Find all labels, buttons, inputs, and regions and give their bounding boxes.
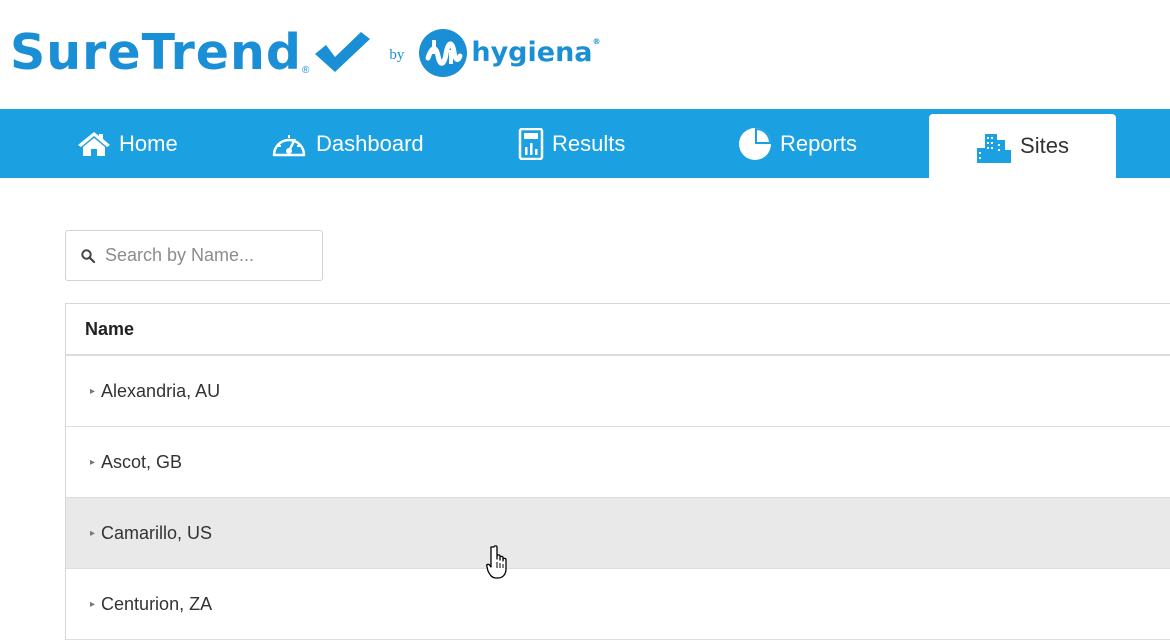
nav-sites[interactable]: Sites bbox=[929, 114, 1116, 178]
pie-chart-icon bbox=[739, 127, 771, 160]
nav-sites-label: Sites bbox=[1020, 133, 1069, 158]
home-icon bbox=[78, 131, 110, 156]
expand-caret-icon[interactable]: ▸ bbox=[90, 599, 95, 610]
site-name: Ascot, GB bbox=[101, 451, 183, 472]
brand-registered-mark: ® bbox=[301, 65, 310, 76]
brand-by-text: by bbox=[389, 47, 405, 63]
app-logo: SureTrend ® by hygiena® bbox=[10, 12, 601, 82]
nav-home-label: Home bbox=[119, 130, 178, 156]
expand-caret-icon[interactable]: ▸ bbox=[90, 528, 95, 539]
nav-dashboard[interactable]: Dashboard bbox=[270, 109, 424, 178]
nav-reports[interactable]: Reports bbox=[738, 109, 857, 178]
nav-results-label: Results bbox=[552, 130, 626, 156]
table-row[interactable]: ▸ Camarillo, US bbox=[66, 498, 1170, 569]
table-row[interactable]: ▸ Ascot, GB bbox=[66, 427, 1170, 498]
search-icon bbox=[81, 248, 95, 263]
site-name: Camarillo, US bbox=[101, 522, 213, 543]
table-row[interactable]: ▸ Centurion, ZA bbox=[66, 569, 1170, 640]
column-header-name[interactable]: Name bbox=[66, 304, 1170, 356]
gauge-icon bbox=[272, 134, 306, 156]
hand-pointer-cursor-icon bbox=[486, 545, 507, 579]
expand-caret-icon[interactable]: ▸ bbox=[90, 457, 95, 468]
main-navbar: Home Dashboard Results Reports Sites bbox=[0, 109, 1170, 178]
site-name: Alexandria, AU bbox=[101, 380, 221, 401]
calculator-icon bbox=[518, 127, 544, 160]
nav-reports-label: Reports bbox=[780, 130, 858, 156]
table-row[interactable]: ▸ Alexandria, AU bbox=[66, 356, 1170, 427]
sites-table: Name ▸ Alexandria, AU ▸ Ascot, GB ▸ Cama… bbox=[65, 303, 1170, 640]
site-name: Centurion, ZA bbox=[101, 593, 213, 614]
nav-home[interactable]: Home bbox=[77, 109, 178, 178]
nav-results[interactable]: Results bbox=[518, 109, 625, 178]
hygiena-logo-icon bbox=[419, 29, 468, 77]
buildings-icon bbox=[977, 134, 1012, 163]
checkmark-icon bbox=[315, 32, 371, 72]
expand-caret-icon[interactable]: ▸ bbox=[90, 386, 95, 397]
search-input[interactable] bbox=[103, 244, 307, 267]
nav-dashboard-label: Dashboard bbox=[316, 130, 424, 156]
search-box[interactable] bbox=[65, 230, 323, 281]
hygiena-wordmark: hygiena® bbox=[471, 37, 601, 68]
brand-name: SureTrend bbox=[10, 24, 302, 81]
